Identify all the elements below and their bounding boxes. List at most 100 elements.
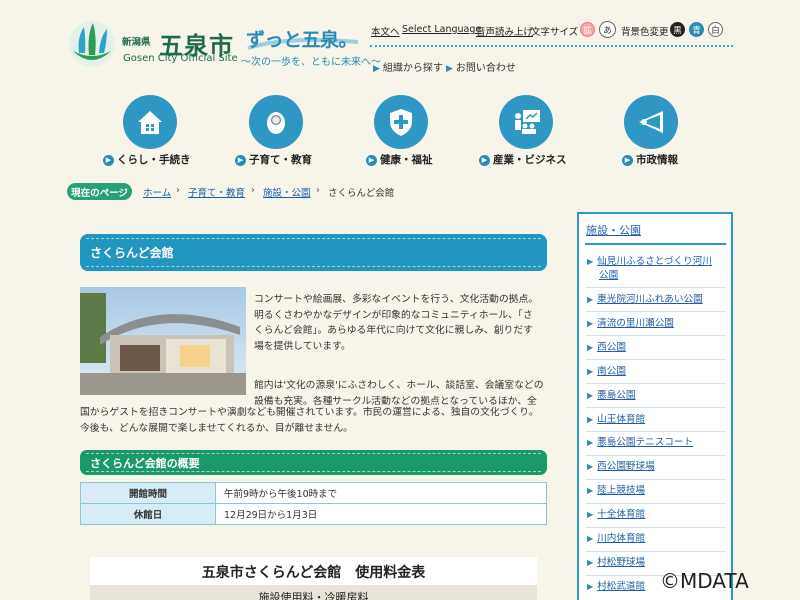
breadcrumb-home[interactable]: ホーム — [143, 185, 171, 199]
nav-label-living[interactable]: ▶ くらし・手続き — [103, 152, 191, 167]
sidebar-item[interactable]: ▶ 陸上競技場 — [587, 484, 645, 498]
nav-label-city-info[interactable]: ▶ 市政情報 — [622, 152, 678, 167]
font-size-label: 文字サイズ — [531, 27, 579, 38]
sidebar-item[interactable]: ▶ 南公園 — [587, 365, 626, 379]
nav-item-business[interactable] — [499, 95, 553, 149]
fee-table-subtitle: 施設使用料・冷暖房料 — [90, 585, 537, 600]
page-title-text: さくらんど会館 — [90, 246, 174, 260]
font-size-large-button[interactable]: 拡 — [580, 22, 595, 37]
detail-line: 館内は'文化の源泉'にふさわしく、ホール、談話室、会議室などの — [254, 380, 544, 391]
sidebar-divider — [586, 503, 726, 504]
intro-line: コンサートや絵画展、多彩なイベントを行う、文化活動の拠点。 — [254, 294, 539, 305]
arrow-right-icon: ▶ — [587, 367, 594, 376]
sidebar-heading-underline — [585, 243, 726, 245]
sidebar-item[interactable]: ▶ 村松武道館 — [587, 580, 645, 594]
arrow-right-icon: ▶ — [587, 534, 594, 543]
logo-prefecture-text: 新潟県 — [122, 37, 151, 48]
sidebar-item[interactable]: ▶ 悪島公園テニスコート — [587, 436, 693, 450]
nav-item-childcare[interactable] — [249, 95, 303, 149]
arrow-right-icon: ▶ — [373, 64, 380, 74]
nav-label-health[interactable]: ▶ 健康・福祉 — [366, 152, 433, 167]
arrow-right-icon: ▶ — [479, 155, 490, 166]
fee-table-image: 五泉市さくらんど会館 使用料金表 施設使用料・冷暖房料 — [90, 557, 537, 600]
arrow-right-icon: ▶ — [587, 462, 594, 471]
sidebar-item[interactable]: ▶ 川内体育館 — [587, 532, 645, 546]
arrow-right-icon: ▶ — [587, 510, 594, 519]
sidebar-item[interactable]: ▶ 西公園野球場 — [587, 460, 655, 474]
header-divider — [370, 45, 733, 47]
bg-black-button[interactable]: 黒 — [670, 22, 685, 37]
breadcrumb-separator-icon: › — [251, 185, 255, 196]
breadcrumb-childcare[interactable]: 子育て・教育 — [188, 185, 245, 199]
nav-item-health[interactable] — [374, 95, 428, 149]
table-row: 休館日 12月29日から1月3日 — [80, 503, 547, 525]
arrow-right-icon: ▶ — [587, 391, 594, 400]
skip-to-content-link[interactable]: 本文へ — [371, 24, 400, 38]
watermark-text: ©MDATA — [660, 569, 749, 593]
arrow-right-icon: ▶ — [235, 155, 246, 166]
contact-link[interactable]: ▶ お問い合わせ — [446, 59, 516, 74]
heading-stitch-top — [86, 453, 541, 454]
table-header-cell: 開館時間 — [80, 482, 216, 504]
org-search-link[interactable]: ▶ 組織から探す — [373, 59, 443, 74]
arrow-right-icon: ▶ — [587, 558, 594, 567]
slogan-text: ずっと五泉。 — [246, 29, 358, 51]
overview-table: 開館時間 午前9時から午後10時まで 休館日 12月29日から1月3日 — [80, 482, 547, 525]
table-row: 開館時間 午前9時から午後10時まで — [80, 482, 547, 504]
voice-reading-link[interactable]: 音声読み上げ — [476, 24, 533, 38]
bg-color-label: 背景色変更 — [621, 27, 669, 38]
sidebar-divider — [586, 383, 726, 384]
arrow-right-icon: ▶ — [587, 343, 594, 352]
arrow-right-icon: ▶ — [446, 64, 453, 74]
baby-icon — [249, 95, 303, 149]
select-language-link[interactable]: Select Language — [402, 24, 481, 35]
breadcrumb-facilities[interactable]: 施設・公園 — [263, 185, 311, 199]
detail-line: 今後も、どんな展開で楽しませてくれるか、目が離せません。 — [80, 422, 353, 434]
overview-heading-text: さくらんど会館の概要 — [90, 456, 200, 470]
bg-white-button[interactable]: 白 — [708, 22, 723, 37]
arrow-right-icon: ▶ — [587, 295, 594, 304]
detail-text-2: 国からゲストを招きコンサートや演劇なども開催されています。市民の運営による、独自… — [80, 405, 550, 436]
sidebar-item[interactable]: ▶ 悪島公園 — [587, 389, 636, 403]
font-size-normal-button[interactable]: あ — [599, 21, 616, 38]
table-header-cell: 休館日 — [80, 503, 216, 525]
sidebar-item[interactable]: ▶ 村松野球場 — [587, 556, 645, 570]
arrow-right-icon: ▶ — [366, 155, 377, 166]
sidebar-item[interactable]: ▶ 東光院河川ふれあい公園 — [587, 293, 703, 307]
house-icon — [123, 95, 177, 149]
sidebar-item[interactable]: ▶ 清流の里川瀬公園 — [587, 317, 674, 331]
arrow-right-icon: ▶ — [587, 486, 594, 495]
slogan-subtext: 〜次の一歩を、ともに未来へ〜 — [241, 57, 381, 68]
fee-table-title: 五泉市さくらんど会館 使用料金表 — [201, 565, 426, 581]
bg-blue-button[interactable]: 青 — [689, 22, 704, 37]
sidebar-item-continued[interactable]: 公園 — [599, 269, 618, 283]
sidebar-divider — [586, 431, 726, 432]
sidebar-item[interactable]: ▶ 仙見川ふるさとづくり河川 — [587, 255, 712, 269]
sidebar-divider — [586, 455, 726, 456]
sidebar-divider — [586, 311, 726, 312]
sidebar-divider — [586, 551, 726, 552]
nav-label-childcare[interactable]: ▶ 子育て・教育 — [235, 152, 312, 167]
nav-item-city-info[interactable] — [624, 95, 678, 149]
intro-line: 明るくさわやかなデザインが印象的なコミュニティホール、「さ — [254, 309, 533, 321]
intro-text: コンサートや絵画展、多彩なイベントを行う、文化活動の拠点。 明るくさわやかなデザ… — [254, 292, 538, 354]
city-logo-icon[interactable] — [67, 19, 117, 69]
intro-line: 場を提供しています。 — [254, 340, 351, 352]
breadcrumb-separator-icon: › — [176, 185, 180, 196]
sidebar-item[interactable]: ▶ 十全体育館 — [587, 508, 645, 522]
breadcrumb-separator-icon: › — [316, 185, 320, 196]
sidebar-heading[interactable]: 施設・公園 — [586, 222, 641, 238]
arrow-right-icon: ▶ — [587, 257, 594, 266]
heading-stitch-bottom — [86, 471, 541, 472]
sidebar-item[interactable]: ▶ 山王体育館 — [587, 413, 645, 427]
sidebar-divider — [586, 527, 726, 528]
building-photo — [80, 287, 246, 395]
detail-line: 国からゲストを招きコンサートや演劇なども開催されています。市民の運営による、独自… — [80, 407, 539, 418]
page-title: さくらんど会館 — [80, 234, 547, 271]
sidebar-divider — [586, 479, 726, 480]
sidebar-item[interactable]: ▶ 西公園 — [587, 341, 626, 355]
arrow-right-icon: ▶ — [587, 319, 594, 328]
nav-label-business[interactable]: ▶ 産業・ビジネス — [479, 152, 567, 167]
sidebar-divider — [586, 407, 726, 408]
nav-item-living[interactable] — [123, 95, 177, 149]
